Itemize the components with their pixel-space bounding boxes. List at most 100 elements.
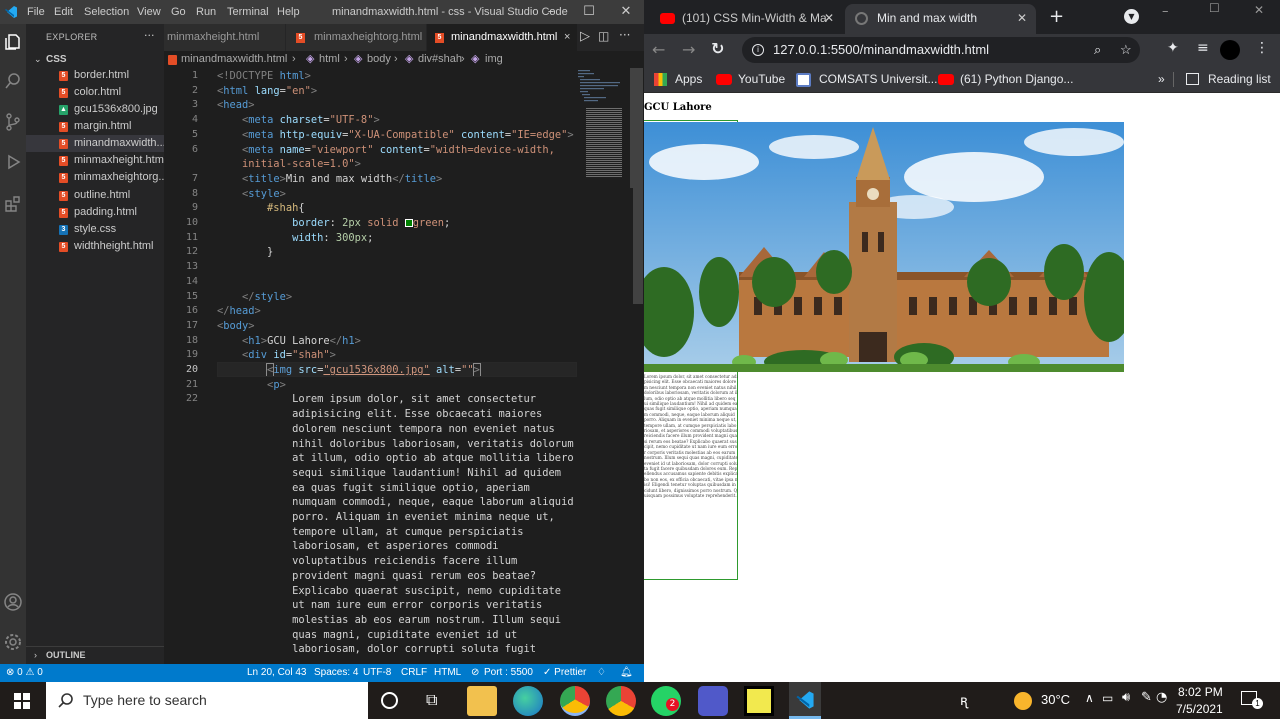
battery-icon[interactable]: ▭ [1102, 691, 1113, 705]
close-tab-icon[interactable]: ✕ [824, 4, 834, 32]
file-item[interactable]: 5 minmaxheightorg.... [26, 169, 164, 186]
code-line[interactable]: Explicabo quaerat suscipit, nemo cupidit… [217, 584, 561, 599]
teams-icon[interactable] [698, 686, 728, 716]
indentation[interactable]: Spaces: 4 [314, 664, 358, 682]
bell-icon[interactable]: 🔔︎ [620, 664, 633, 682]
back-icon[interactable]: ← [652, 40, 665, 59]
code-line[interactable]: border: 2px solid green; [217, 216, 450, 231]
code-line[interactable]: porro. Aliquam in eveniet minima neque u… [217, 510, 555, 525]
edge-icon[interactable] [513, 686, 543, 716]
folder-css[interactable]: ⌄ CSS [26, 51, 164, 68]
more-actions-icon[interactable]: ··· [619, 28, 630, 42]
code-line[interactable]: #shah{ [217, 201, 305, 216]
address-bar[interactable]: i 127.0.0.1:5500/minandmaxwidth.html ⌕ ☆ [742, 37, 1140, 63]
tab-min-max-width[interactable]: Min and max width ✕ [845, 4, 1036, 34]
code-line[interactable]: dolorem nesciunt tempora non eveniet nat… [217, 422, 555, 437]
code-line[interactable]: </head> [217, 304, 261, 319]
account-icon[interactable] [3, 592, 23, 612]
chrome-menu-icon[interactable]: ⋮ [1255, 40, 1269, 56]
close-tab-icon[interactable]: × [564, 24, 570, 51]
breadcrumb-item[interactable]: div#shah [418, 51, 462, 68]
minimap[interactable] [576, 68, 634, 188]
file-item[interactable]: 5 padding.html [26, 204, 164, 221]
code-line[interactable]: </style> [217, 290, 292, 305]
search-icon[interactable] [3, 71, 23, 91]
code-line[interactable]: <style> [217, 187, 286, 202]
menu-file[interactable]: File [27, 6, 45, 18]
maximize-icon[interactable]: ☐ [569, 0, 609, 24]
code-line[interactable]: <div id="shah"> [217, 348, 336, 363]
feedback-icon[interactable]: ♢ [597, 664, 606, 682]
file-item[interactable]: ▲ gcu1536x800.jpg [26, 101, 164, 118]
people-icon[interactable]: ꭆ [960, 691, 968, 710]
file-item[interactable]: 5 outline.html [26, 187, 164, 204]
source-control-icon[interactable] [3, 112, 23, 132]
bookmark-youtube[interactable]: YouTube [738, 66, 785, 93]
windows-start-icon[interactable] [14, 693, 30, 709]
code-line[interactable]: <head> [217, 98, 255, 113]
pen-icon[interactable]: ✎ [1141, 690, 1152, 705]
menu-terminal[interactable]: Terminal [227, 6, 269, 18]
menu-go[interactable]: Go [171, 6, 186, 18]
editor-scrollbar[interactable] [633, 68, 643, 304]
language-mode[interactable]: HTML [434, 664, 461, 682]
encoding[interactable]: UTF-8 [363, 664, 391, 682]
file-item-active[interactable]: 5 minandmaxwidth.... [26, 135, 164, 152]
chevron-double-right-icon[interactable]: » [1158, 66, 1165, 93]
tab-search-icon[interactable]: ▼ [1124, 9, 1139, 24]
tab-minmaxheight[interactable]: minmaxheight.html [164, 24, 285, 51]
bookmark-star-icon[interactable]: ☆ [1120, 37, 1132, 63]
code-line[interactable]: <!DOCTYPE html> [217, 69, 311, 84]
menu-help[interactable]: Help [277, 6, 300, 18]
close-window-icon[interactable]: ✕ [1254, 3, 1264, 17]
wifi-icon[interactable]: ◔ [1156, 690, 1167, 705]
reload-icon[interactable]: ↻ [711, 39, 724, 58]
code-line[interactable]: } [217, 245, 273, 260]
code-line[interactable]: ut nam iure eum error corporis veritatis [217, 598, 542, 613]
menu-edit[interactable]: Edit [54, 6, 73, 18]
code-line[interactable]: ea quas fugit similique optio, aperiam [217, 481, 530, 496]
code-line[interactable]: nihil doloribus laboriosam, veritatis do… [217, 437, 574, 452]
code-line[interactable]: laboriosam, dolor corrupti soluta fugit [217, 642, 536, 657]
temperature[interactable]: 30°C [1041, 692, 1070, 707]
code-line[interactable]: molestias ab eos earum nostrum. Illum se… [217, 613, 561, 628]
outline-section[interactable]: › OUTLINE [26, 646, 164, 663]
end-of-line[interactable]: CRLF [401, 664, 427, 682]
settings-gear-icon[interactable] [3, 632, 23, 652]
code-line[interactable]: <body> [217, 319, 255, 334]
code-line[interactable]: initial-scale=1.0"> [217, 157, 361, 172]
code-line[interactable]: laboriosam, et asperiores commodi [217, 539, 498, 554]
close-tab-icon[interactable]: ✕ [1017, 4, 1027, 32]
file-explorer-icon[interactable] [467, 686, 497, 716]
code-line[interactable]: Lorem ipsum dolor, sit amet consectetur [217, 392, 536, 407]
info-icon[interactable]: i [752, 44, 764, 56]
file-item[interactable]: 5 minmaxheight.html [26, 152, 164, 169]
clock-time[interactable]: 8:02 PM [1178, 685, 1223, 699]
file-item[interactable]: 5 margin.html [26, 118, 164, 135]
extensions-icon[interactable] [3, 194, 23, 214]
profile-avatar[interactable] [1220, 40, 1240, 60]
breadcrumb-item[interactable]: html [319, 51, 340, 68]
task-view-icon[interactable]: ⧉ [426, 690, 437, 710]
bookmark-reading-list[interactable]: Reading list [1208, 66, 1271, 93]
url-text[interactable]: 127.0.0.1:5500/minandmaxwidth.html [773, 37, 989, 63]
code-line[interactable]: tempore ullam, at cumque perspiciatis [217, 525, 523, 540]
bookmark-apps[interactable]: Apps [675, 66, 702, 93]
clock-date[interactable]: 7/5/2021 [1176, 702, 1223, 716]
maximize-icon[interactable]: ☐ [1209, 1, 1220, 15]
chrome-profile-icon[interactable] [606, 686, 636, 716]
code-line[interactable]: <h1>GCU Lahore</h1> [217, 334, 361, 349]
code-line[interactable]: quas magni, cupiditate eveniet id ut [217, 628, 517, 643]
minimize-icon[interactable]: – [1162, 4, 1169, 19]
run-icon[interactable]: ▷ [580, 29, 590, 44]
tab-minandmaxwidth[interactable]: 5 minandmaxwidth.html × [427, 24, 577, 51]
more-actions-icon[interactable]: ··· [144, 29, 155, 42]
explorer-icon[interactable] [3, 32, 23, 52]
code-line[interactable]: <meta http-equiv="X-UA-Compatible" conte… [217, 128, 574, 143]
forward-icon[interactable]: → [682, 40, 695, 59]
chevron-up-icon[interactable]: ∧ [1085, 691, 1094, 705]
close-icon[interactable]: ✕ [606, 0, 644, 24]
code-line[interactable]: adipisicing elit. Esse obcaecati maiores [217, 407, 542, 422]
code-line[interactable]: at illum, odio optio ab atque mollitia l… [217, 451, 574, 466]
cortana-icon[interactable] [381, 692, 398, 709]
